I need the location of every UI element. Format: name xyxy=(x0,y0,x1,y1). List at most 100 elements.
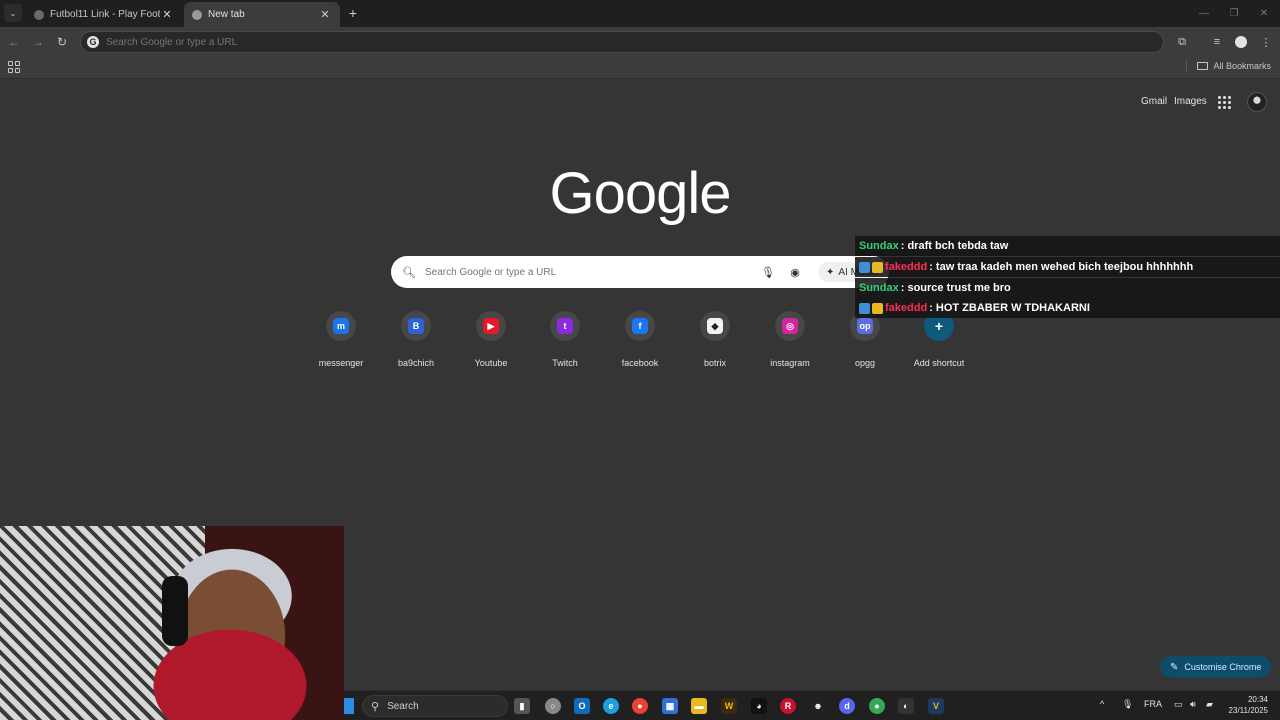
account-avatar[interactable] xyxy=(1247,92,1267,112)
chat-username: fakeddd xyxy=(885,261,928,273)
apps-grid-icon[interactable] xyxy=(8,61,20,73)
obs-icon[interactable]: ◐ xyxy=(898,698,914,714)
close-window-button[interactable]: ✕ xyxy=(1257,6,1271,20)
shortcut-botrix[interactable]: ◆ botrix xyxy=(679,310,751,370)
discord-icon[interactable]: d xyxy=(839,698,855,714)
chat-message: Sundax: draft bch tebda taw xyxy=(855,236,1280,256)
chrome-icon[interactable]: ● xyxy=(632,698,648,714)
microphone-icon[interactable]: 🎙︎ xyxy=(761,265,775,279)
clock[interactable]: 20:34 23/11/2025 xyxy=(1229,694,1268,716)
all-bookmarks-label: All Bookmarks xyxy=(1213,61,1271,71)
tab-search-button[interactable]: ⌄ xyxy=(4,4,22,22)
shortcut-tile: ◆ xyxy=(700,311,730,341)
clock-time: 20:34 xyxy=(1247,695,1268,704)
menu-dots-icon[interactable]: ⋮ xyxy=(1258,34,1274,50)
file-explorer-icon[interactable]: ▬ xyxy=(691,698,707,714)
all-bookmarks-button[interactable]: All Bookmarks xyxy=(1186,60,1271,72)
chat-message: Sundax: source trust me bro xyxy=(855,278,1280,298)
battery-icon[interactable]: ▰ xyxy=(1206,699,1213,710)
address-input[interactable] xyxy=(106,36,1006,48)
back-button[interactable]: ← xyxy=(6,34,22,50)
forward-button[interactable]: → xyxy=(30,34,46,50)
minimize-button[interactable]: — xyxy=(1197,6,1211,20)
shortcut-tile: ▶ xyxy=(476,311,506,341)
chrome-active-icon[interactable]: ● xyxy=(869,698,885,714)
taskbar-search[interactable]: ⚲ Search xyxy=(362,695,508,717)
game-launcher-icon[interactable]: V xyxy=(928,698,944,714)
messenger-icon: m xyxy=(333,318,349,334)
store-icon[interactable]: ▦ xyxy=(662,698,678,714)
lens-icon[interactable]: ◉ xyxy=(788,265,802,279)
shortcut-label: facebook xyxy=(621,358,659,368)
shortcut-add-shortcut[interactable]: + Add shortcut xyxy=(903,310,975,370)
reload-button[interactable]: ↻ xyxy=(54,34,70,50)
toolbar: ← → ↻ G ⧉ ≡ ⋮ xyxy=(0,27,1280,57)
facebook-icon: f xyxy=(632,318,648,334)
new-tab-button[interactable]: + xyxy=(345,5,361,21)
chat-text: : HOT ZBABER W TDHAKARNI xyxy=(929,302,1090,314)
ba9chich-icon: B xyxy=(408,318,424,334)
wow-icon[interactable]: W xyxy=(721,698,737,714)
search-icon: 🔍︎ xyxy=(402,266,416,279)
close-icon[interactable]: ✕ xyxy=(160,8,174,22)
cortana-icon[interactable]: ○ xyxy=(545,698,561,714)
shortcut-twitch[interactable]: t Twitch xyxy=(529,310,601,370)
microphone-tray-icon[interactable]: 🎙︎ xyxy=(1122,699,1133,710)
search-box[interactable]: 🔍︎ xyxy=(391,256,889,288)
bookmarks-bar: All Bookmarks xyxy=(0,57,1280,79)
chat-text: : draft bch tebda taw xyxy=(900,240,1009,252)
pencil-icon: ✎ xyxy=(1170,661,1179,673)
search-input[interactable] xyxy=(425,266,745,278)
maximize-button[interactable]: ❐ xyxy=(1227,6,1241,20)
shortcut-opgg[interactable]: op opgg xyxy=(829,310,901,370)
chat-badge-icon xyxy=(859,302,870,314)
shortcut-tile: B xyxy=(401,311,431,341)
shortcut-facebook[interactable]: f facebook xyxy=(604,310,676,370)
gmail-link[interactable]: Gmail xyxy=(1141,96,1167,107)
language-indicator[interactable]: FRA xyxy=(1144,699,1162,709)
webcam-overlay xyxy=(0,526,344,720)
shortcut-messenger[interactable]: m messenger xyxy=(305,310,377,370)
shortcut-label: instagram xyxy=(770,358,810,368)
instagram-icon: ◎ xyxy=(782,318,798,334)
github-icon[interactable]: ◕ xyxy=(751,698,767,714)
character-app-icon[interactable]: ☻ xyxy=(810,698,826,714)
twitch-icon: t xyxy=(557,318,573,334)
address-bar[interactable]: G xyxy=(80,31,1164,53)
search-icon: ⚲ xyxy=(371,700,380,713)
shortcut-label: botrix xyxy=(703,358,726,368)
shortcut-ba9chich[interactable]: Bba9chich xyxy=(380,310,452,370)
riot-icon[interactable]: R xyxy=(780,698,796,714)
tab-futbol11[interactable]: Futbol11 Link - Play Football Link ✕ xyxy=(26,2,182,27)
shortcut-instagram[interactable]: ◎ instagram xyxy=(754,310,826,370)
google-icon: G xyxy=(87,36,99,48)
folder-icon xyxy=(1197,62,1209,70)
customise-chrome-button[interactable]: ✎ Customise Chrome xyxy=(1160,656,1272,678)
network-icon[interactable]: ▭ xyxy=(1174,699,1183,710)
shortcut-tile: ◎ xyxy=(775,311,805,341)
shortcut-tile: t xyxy=(550,311,580,341)
chat-badge-icon xyxy=(872,302,883,314)
outlook-icon[interactable]: O xyxy=(574,698,590,714)
images-link[interactable]: Images xyxy=(1174,96,1207,107)
task-view-icon[interactable]: ▮ xyxy=(514,698,530,714)
extensions-icon[interactable]: ⧉ xyxy=(1174,34,1190,50)
chevron-up-icon[interactable]: ^ xyxy=(1100,699,1104,709)
edge-icon[interactable]: e xyxy=(603,698,619,714)
botrix-icon: ◆ xyxy=(707,318,723,334)
shortcut-label: messenger xyxy=(318,358,364,368)
profile-avatar[interactable] xyxy=(1233,34,1249,50)
volume-icon[interactable]: 🔊︎ xyxy=(1190,699,1196,710)
youtube-icon: ▶ xyxy=(483,318,499,334)
chat-badge-icon xyxy=(872,261,883,273)
media-controls-icon[interactable]: ≡ xyxy=(1209,34,1225,50)
windows-start-icon[interactable] xyxy=(344,698,354,714)
close-icon[interactable]: ✕ xyxy=(318,8,332,22)
google-apps-icon[interactable] xyxy=(1218,96,1231,109)
plus-icon: + xyxy=(934,318,944,334)
chat-message: fakeddd: HOT ZBABER W TDHAKARNI xyxy=(855,298,1280,318)
shortcut-youtube[interactable]: ▶ Youtube xyxy=(455,310,527,370)
globe-icon xyxy=(34,9,44,20)
tab-new-tab[interactable]: New tab ✕ xyxy=(184,2,340,27)
divider xyxy=(1186,60,1188,72)
